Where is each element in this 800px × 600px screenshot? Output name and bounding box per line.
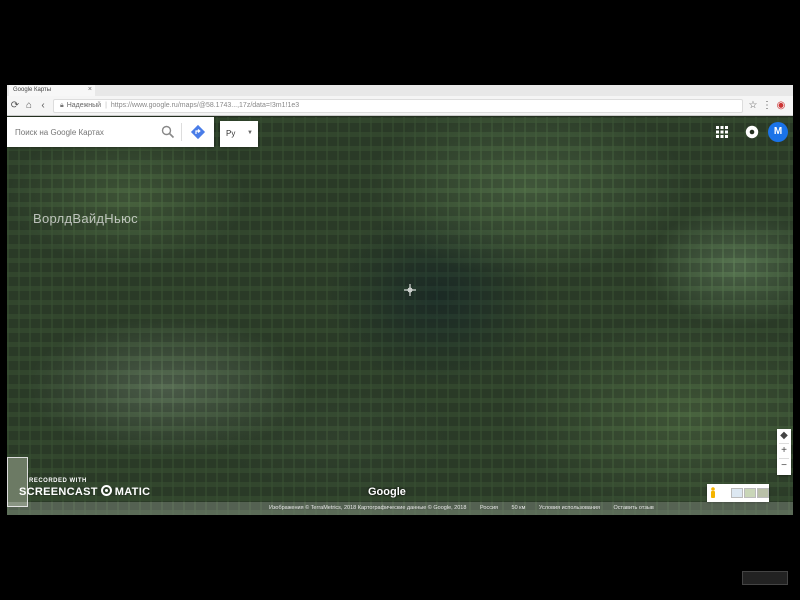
search-box [7,117,214,147]
menu-icon[interactable]: ⋮ [761,99,773,113]
settings-icon[interactable] [745,125,759,139]
feedback-link[interactable]: Оставить отзыв [613,505,653,511]
recorder-watermark: RECORDED WITH SCREENCAST MATIC [19,478,150,498]
home-icon[interactable]: ⌂ [23,99,35,113]
map-layer-swatch[interactable] [731,488,743,498]
zoom-out-button[interactable]: − [777,459,791,473]
url-tail: ...,17z/data=!3m1!1e3 [231,102,300,109]
google-logo: Google [368,486,406,498]
pegman-icon[interactable] [710,487,716,499]
url-text: https://www.google.ru/maps/@58.1743 [110,102,232,109]
street-view-bar [707,484,769,502]
lock-icon: 🔒︎ [60,102,64,109]
recorder-top-text: RECORDED WITH [29,478,87,484]
back-icon[interactable]: ‹ [37,99,49,113]
search-input[interactable] [15,125,155,139]
attribution-bar: Изображения © TerraMetrics, 2018 Картогр… [7,502,793,515]
chevron-down-icon: ▼ [247,130,253,136]
star-icon[interactable]: ☆ [747,99,759,113]
search-icon[interactable] [161,125,175,139]
corner-watermark [742,571,788,585]
security-label: Надежный [66,102,102,109]
country-link[interactable]: Россия [480,505,498,511]
channel-watermark: ВорлдВайдНьюс [33,211,138,226]
zoom-controls: ◆ + − [777,429,791,475]
compass-icon[interactable]: ◆ [777,429,791,443]
scale-label: 50 км [511,505,526,511]
terrain-layer-swatch[interactable] [744,488,756,498]
browser-tab[interactable]: Google Карты × [9,85,95,96]
language-label: Ру [226,129,236,138]
recorder-logo: SCREENCAST MATIC [19,485,150,498]
recorder-right-text: MATIC [114,486,151,498]
zoom-in-button[interactable]: + [777,444,791,458]
language-selector[interactable]: Ру ▼ [220,121,258,147]
extension-icon[interactable]: ◉ [775,99,787,113]
reload-icon[interactable]: ⟳ [9,99,21,113]
directions-icon[interactable] [190,124,206,140]
map-texture [7,117,793,515]
crosshair-icon [404,284,416,296]
record-icon [100,485,112,496]
tab-bar: Google Карты × [7,85,793,96]
address-bar[interactable]: 🔒︎ Надежный | https://www.google.ru/maps/@5… [53,99,743,113]
search-divider [181,123,182,141]
apps-icon[interactable] [716,126,728,138]
browser-toolbar: ⟳ ⌂ ‹ 🔒︎ Надежный | https://www.google.ru/m… [7,96,793,116]
avatar[interactable]: M [768,122,788,142]
recorder-left-text: SCREENCAST [19,486,98,498]
browser-window: Google Карты × ⟳ ⌂ ‹ 🔒︎ Надежный | https://… [7,85,793,515]
imagery-credit: Изображения © TerraMetrics, 2018 Картогр… [269,505,467,511]
satellite-map[interactable]: Ру ▼ M ВорлдВайдНьюс RECORDED WITH SCRE [7,117,793,515]
close-tab-icon[interactable]: × [88,86,92,93]
terms-link[interactable]: Условия использования [539,505,600,511]
tab-title: Google Карты [13,87,52,93]
satellite-layer-swatch[interactable] [757,488,769,498]
